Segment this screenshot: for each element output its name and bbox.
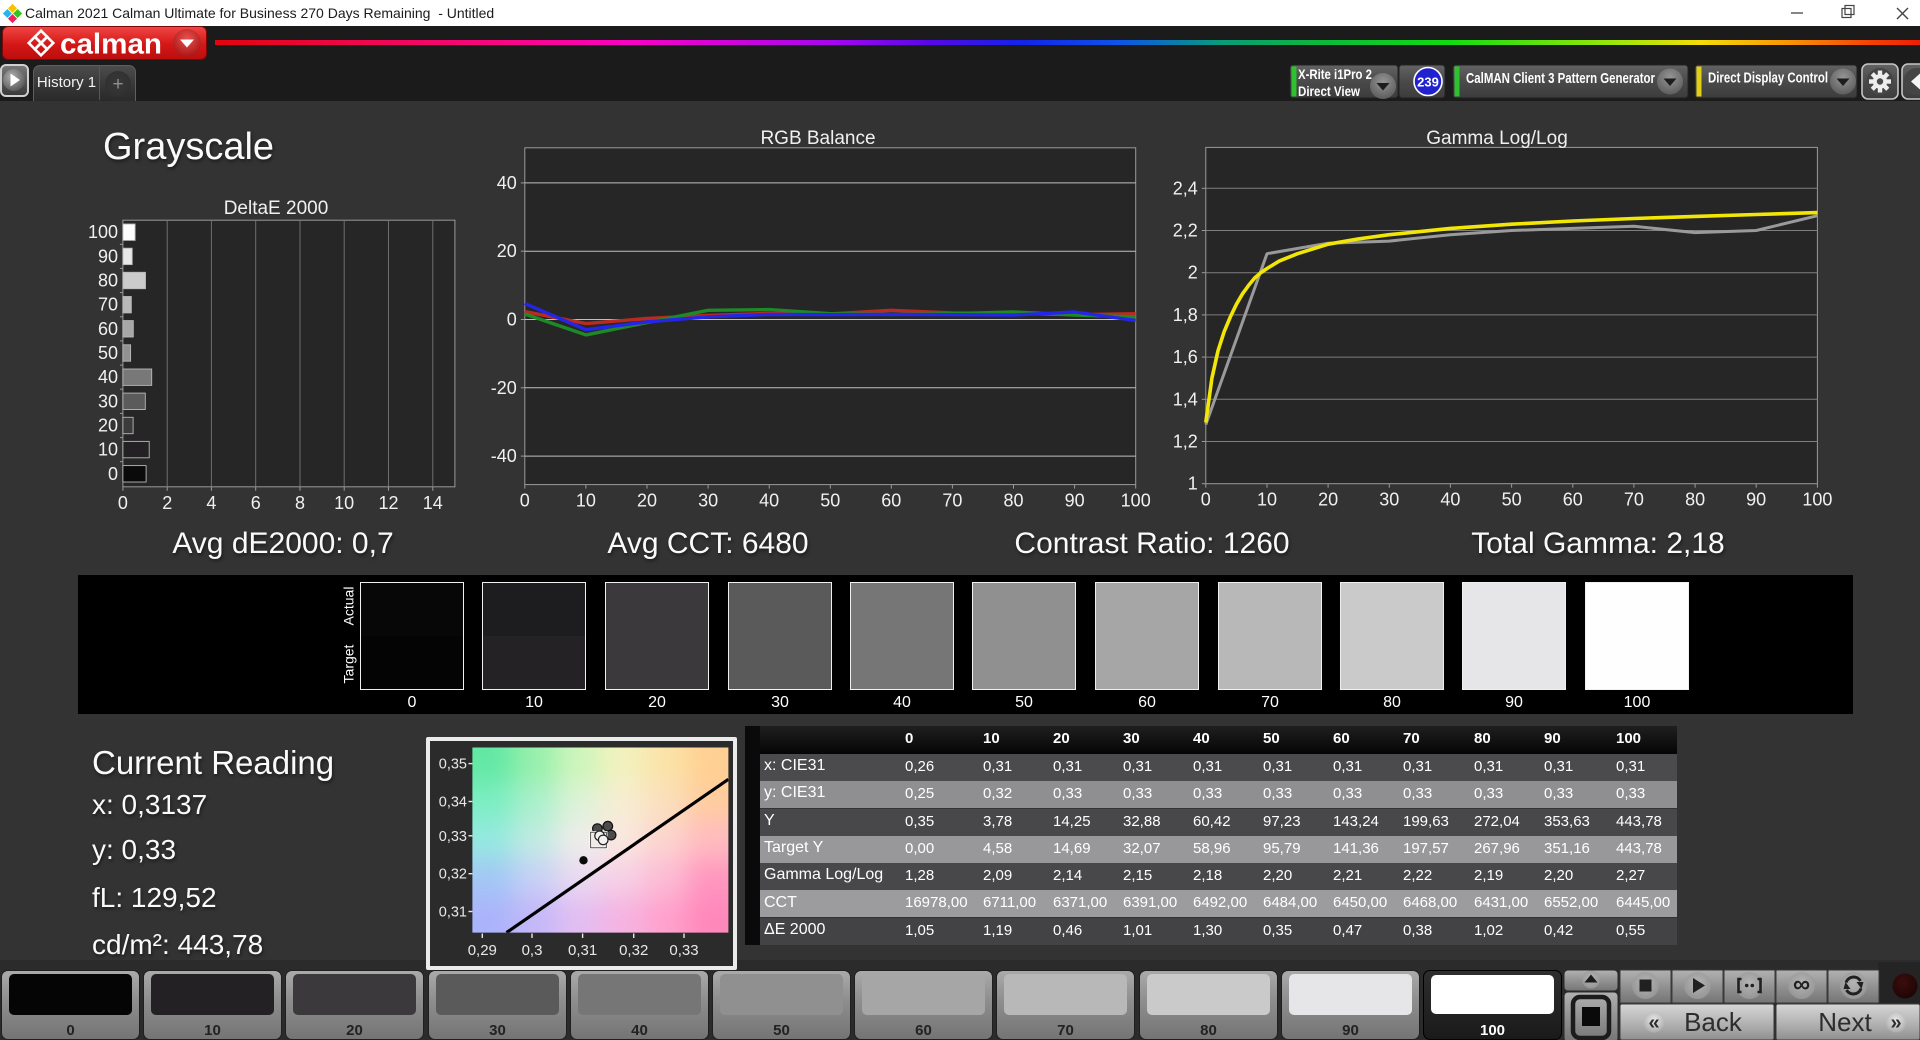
svg-text:50: 50: [1502, 490, 1522, 510]
svg-text:Direct View: Direct View: [1298, 83, 1360, 99]
svg-text:0,33: 0,33: [439, 829, 467, 845]
svg-text:90: 90: [98, 246, 118, 266]
svg-text:-40: -40: [491, 446, 517, 466]
svg-text:90: 90: [1746, 490, 1766, 510]
svg-text:70: 70: [942, 491, 962, 511]
svg-text:239: 239: [1417, 75, 1439, 90]
svg-text:2: 2: [1188, 263, 1198, 283]
svg-text:1,8: 1,8: [1173, 305, 1198, 325]
svg-text:1,2: 1,2: [1173, 432, 1198, 452]
svg-text:0: 0: [108, 464, 118, 484]
svg-text:30: 30: [698, 491, 718, 511]
svg-text:50: 50: [98, 343, 118, 363]
svg-text:80: 80: [1685, 490, 1705, 510]
svg-text:20: 20: [497, 241, 517, 261]
svg-text:70: 70: [98, 295, 118, 315]
svg-text:calman: calman: [60, 29, 162, 61]
svg-text:2,2: 2,2: [1173, 221, 1198, 241]
svg-text:»: »: [1890, 1012, 1901, 1034]
svg-text:0,32: 0,32: [439, 867, 467, 883]
svg-text:Back: Back: [1684, 1007, 1743, 1037]
svg-text:0: 0: [118, 493, 128, 513]
svg-text:RGB Balance: RGB Balance: [760, 128, 875, 149]
svg-text:1,6: 1,6: [1173, 347, 1198, 367]
svg-text:14: 14: [423, 493, 443, 513]
svg-text:0,32: 0,32: [619, 942, 648, 959]
svg-text:60: 60: [1563, 490, 1583, 510]
svg-text:CalMAN Client 3 Pattern Genera: CalMAN Client 3 Pattern Generator: [1466, 70, 1655, 87]
svg-text:30: 30: [1379, 490, 1399, 510]
svg-text:30: 30: [98, 391, 118, 411]
svg-text:Next: Next: [1818, 1007, 1872, 1037]
svg-text:1: 1: [1188, 474, 1198, 494]
svg-text:2,4: 2,4: [1173, 178, 1198, 198]
svg-text:6: 6: [251, 493, 261, 513]
svg-text:0,34: 0,34: [439, 795, 467, 811]
svg-text:40: 40: [1440, 490, 1460, 510]
svg-text:«: «: [1648, 1012, 1659, 1034]
svg-text:0,29: 0,29: [468, 942, 497, 959]
svg-text:40: 40: [759, 491, 779, 511]
svg-text:8: 8: [295, 493, 305, 513]
svg-text:10: 10: [334, 493, 354, 513]
svg-text:40: 40: [497, 173, 517, 193]
svg-text:40: 40: [98, 367, 118, 387]
svg-text:90: 90: [1065, 491, 1085, 511]
svg-text:100: 100: [1802, 490, 1832, 510]
svg-text:12: 12: [378, 493, 398, 513]
svg-text:0: 0: [507, 310, 517, 330]
svg-text:70: 70: [1624, 490, 1644, 510]
svg-text:DeltaE 2000: DeltaE 2000: [224, 198, 329, 219]
svg-text:80: 80: [98, 271, 118, 291]
svg-text:0: 0: [1201, 490, 1211, 510]
svg-text:80: 80: [1003, 491, 1023, 511]
svg-text:1,4: 1,4: [1173, 389, 1198, 409]
svg-text:50: 50: [820, 491, 840, 511]
svg-text:10: 10: [1257, 490, 1277, 510]
svg-text:60: 60: [98, 319, 118, 339]
svg-text:100: 100: [1121, 491, 1151, 511]
svg-text:∞: ∞: [1793, 971, 1810, 998]
svg-text:4: 4: [206, 493, 216, 513]
svg-text:0,31: 0,31: [568, 942, 597, 959]
svg-text:-20: -20: [491, 378, 517, 398]
svg-text:0: 0: [520, 491, 530, 511]
svg-text:20: 20: [98, 416, 118, 436]
svg-text:0,3: 0,3: [522, 942, 543, 959]
svg-text:+: +: [112, 74, 123, 95]
svg-text:20: 20: [1318, 490, 1338, 510]
svg-text:Gamma Log/Log: Gamma Log/Log: [1426, 128, 1568, 149]
svg-text:0,33: 0,33: [669, 942, 698, 959]
svg-text:0,35: 0,35: [439, 757, 467, 773]
svg-text:100: 100: [88, 222, 118, 242]
svg-text:60: 60: [881, 491, 901, 511]
svg-text:0,31: 0,31: [439, 905, 467, 921]
svg-text:X-Rite i1Pro 2: X-Rite i1Pro 2: [1298, 66, 1372, 82]
svg-text:10: 10: [98, 440, 118, 460]
svg-text:2: 2: [162, 493, 172, 513]
svg-text:20: 20: [637, 491, 657, 511]
svg-text:Direct Display Control: Direct Display Control: [1708, 71, 1828, 87]
svg-text:10: 10: [576, 491, 596, 511]
